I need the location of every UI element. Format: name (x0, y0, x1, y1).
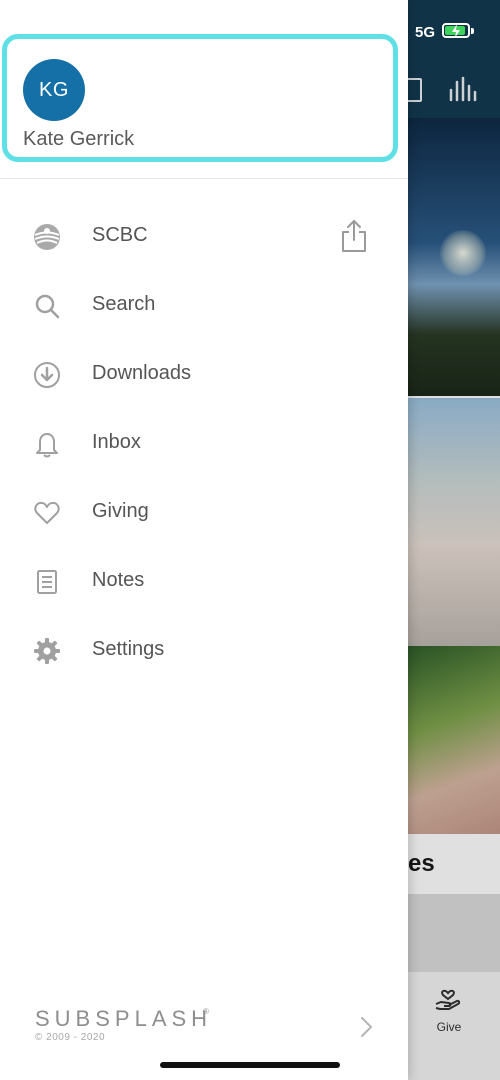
download-icon (32, 360, 62, 390)
battery-nub (471, 28, 474, 34)
registered-mark: ® (203, 1007, 209, 1016)
heart-icon (32, 498, 62, 528)
menu-label-notes: Notes (92, 569, 145, 591)
navigation-drawer: KG Kate Gerrick SCBC Search Downloads In… (0, 0, 408, 1080)
profile-name[interactable]: Kate Gerrick (23, 128, 134, 151)
menu-item-search[interactable]: Search (0, 279, 408, 331)
menu-item-downloads[interactable]: Downloads (0, 348, 408, 400)
network-indicator: 5G (415, 24, 436, 41)
home-indicator[interactable] (160, 1062, 340, 1068)
copyright-text: © 2009 - 2020 (35, 1032, 106, 1043)
chevron-right-icon[interactable] (356, 1014, 376, 1040)
menu-label-giving: Giving (92, 500, 149, 522)
church-logo-icon (32, 222, 62, 252)
share-icon[interactable] (338, 218, 370, 254)
gear-icon (32, 636, 62, 666)
menu-label-downloads: Downloads (92, 362, 191, 384)
charging-bolt-icon (452, 24, 460, 38)
divider (0, 178, 408, 179)
notes-icon (32, 567, 62, 597)
menu-item-notes[interactable]: Notes (0, 555, 408, 607)
menu-label-search: Search (92, 293, 156, 315)
bell-icon (32, 429, 62, 459)
search-icon (32, 291, 62, 321)
menu-label-scbc: SCBC (92, 224, 148, 246)
menu-item-inbox[interactable]: Inbox (0, 417, 408, 469)
menu-item-giving[interactable]: Giving (0, 486, 408, 538)
subsplash-logo[interactable]: SUBSPLASH (35, 1006, 212, 1032)
menu-label-settings: Settings (92, 638, 165, 660)
menu-label-inbox: Inbox (92, 431, 141, 453)
avatar[interactable]: KG (23, 59, 85, 121)
menu-item-settings[interactable]: Settings (0, 624, 408, 676)
